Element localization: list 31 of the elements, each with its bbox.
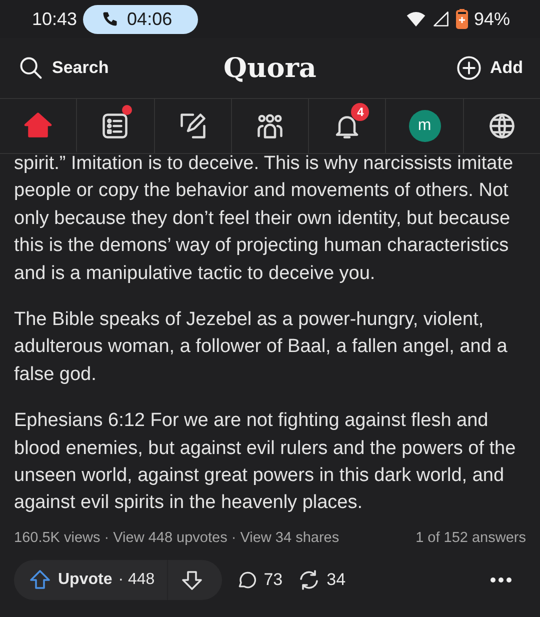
answer-stats: 160.5K views · View 448 upvotes · View 34 shares — [14, 530, 340, 546]
home-icon — [23, 110, 54, 140]
search-icon — [18, 55, 44, 81]
share-button[interactable]: 34 — [296, 568, 346, 592]
edit-icon — [178, 111, 208, 141]
call-timer: 04:06 — [127, 8, 172, 30]
upvote-button[interactable]: Upvote · 448 — [14, 560, 168, 600]
nav-tab[interactable]: m — [386, 99, 464, 153]
answer-paragraph: The Bible speaks of Jezebel as a power-hungry, violent, adulterous woman, a follower of Baal, a fallen angel, and a false god. — [14, 308, 508, 387]
comment-button[interactable]: 73 — [236, 568, 283, 591]
plus-circle-icon — [456, 55, 482, 81]
search-button[interactable]: Search — [18, 55, 109, 81]
avatar: m — [408, 110, 441, 142]
signal-icon — [432, 10, 450, 28]
notification-count: 4 — [351, 103, 370, 121]
logo[interactable]: Quora — [224, 52, 316, 84]
phone-icon — [101, 10, 120, 28]
call-chip[interactable]: 04:06 — [83, 4, 198, 34]
answer-paragraph: spirit.” Imitation is to deceive. This is why narcissists imitate people or copy the behavior and movements of others. Not only because they don’t feel their own identity, but because this is the demons’ way of projecting human characteristics and is a manipulative tactic to deceive you. — [14, 152, 514, 286]
upvote-arrow-icon — [28, 568, 52, 592]
answer-position: 1 of 152 answers — [416, 530, 526, 546]
battery-percentage: 94% — [474, 8, 510, 30]
answer-paragraph: Ephesians 6:12 For we are not fighting against flesh and blood enemies, but against evil rulers and the powers of the unseen world, against great powers in this dark world, and against evil spirits in the heavenly places. — [14, 409, 517, 516]
add-button[interactable]: Add — [456, 55, 523, 81]
clock: 10:43 — [32, 8, 78, 30]
wifi-icon — [406, 9, 426, 29]
globe-icon — [486, 111, 517, 141]
nav-tab[interactable]: 4 — [309, 99, 386, 153]
more-icon — [490, 576, 512, 583]
list-icon — [100, 111, 130, 141]
battery-icon — [456, 9, 468, 29]
